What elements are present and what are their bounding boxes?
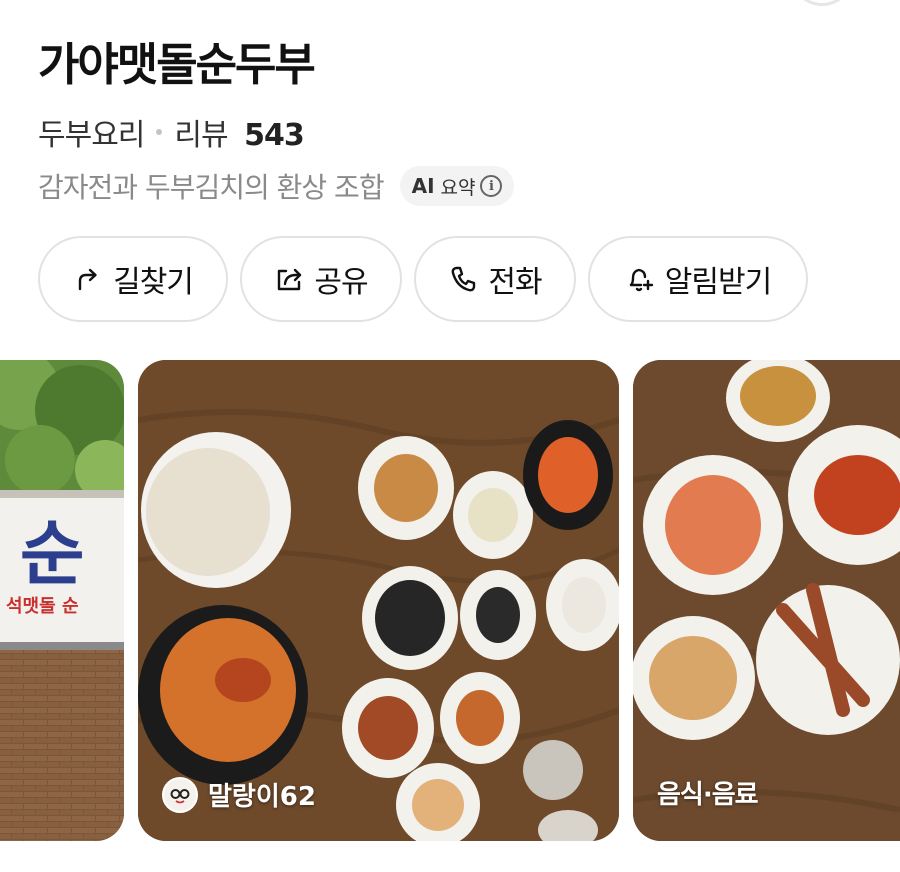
phone-icon bbox=[452, 266, 476, 292]
place-title: 가야맷돌순두부 bbox=[38, 38, 316, 91]
food-image bbox=[633, 360, 900, 841]
meal-image bbox=[138, 360, 619, 841]
ai-summary-badge[interactable]: AI 요약 i bbox=[399, 166, 515, 206]
directions-icon bbox=[78, 268, 97, 291]
ai-summary-row: 감자전과 두부김치의 환상 조합 AI 요약 i bbox=[38, 164, 515, 208]
share-label: 공유 bbox=[314, 265, 368, 300]
info-icon[interactable]: i bbox=[480, 175, 503, 197]
bell-plus-icon bbox=[629, 268, 653, 292]
photo-food[interactable]: 음식·음료 bbox=[633, 360, 900, 841]
call-label: 전화 bbox=[488, 265, 542, 300]
directions-button[interactable]: 길찾기 bbox=[38, 236, 228, 322]
call-button[interactable]: 전화 bbox=[414, 236, 576, 322]
category-label: 두부요리 bbox=[38, 118, 145, 153]
review-label: 리뷰 bbox=[174, 118, 228, 153]
storefront-image: 순 석맷돌 순 bbox=[0, 360, 124, 841]
photo-category: 음식·음료 bbox=[657, 780, 759, 810]
sign-big-text: 순 bbox=[20, 513, 84, 595]
share-icon bbox=[278, 268, 302, 291]
share-button[interactable]: 공유 bbox=[240, 236, 402, 322]
directions-label: 길찾기 bbox=[113, 265, 194, 300]
photo-storefront[interactable]: 순 석맷돌 순 bbox=[0, 360, 124, 841]
notify-label: 알림받기 bbox=[664, 265, 772, 300]
photo-author[interactable]: 말랑이62 bbox=[162, 776, 316, 813]
ai-summary-label: 요약 bbox=[440, 176, 476, 199]
separator-dot bbox=[156, 129, 163, 135]
top-round-button[interactable] bbox=[790, 0, 854, 6]
avatar-icon bbox=[168, 782, 192, 807]
ai-label: AI bbox=[411, 174, 435, 198]
sign-small-text: 석맷돌 순 bbox=[6, 596, 79, 617]
notify-button[interactable]: 알림받기 bbox=[588, 236, 808, 322]
review-link[interactable]: 리뷰 543 bbox=[174, 110, 305, 154]
review-count: 543 bbox=[244, 118, 305, 153]
author-name: 말랑이62 bbox=[208, 782, 316, 812]
avatar bbox=[162, 776, 198, 813]
action-buttons: 길찾기 공유 전화 알림받기 bbox=[38, 236, 808, 322]
photo-meal[interactable]: 말랑이62 bbox=[138, 360, 619, 841]
ai-summary-text: 감자전과 두부김치의 환상 조합 bbox=[38, 171, 385, 204]
place-meta: 두부요리 리뷰 543 bbox=[38, 110, 305, 154]
